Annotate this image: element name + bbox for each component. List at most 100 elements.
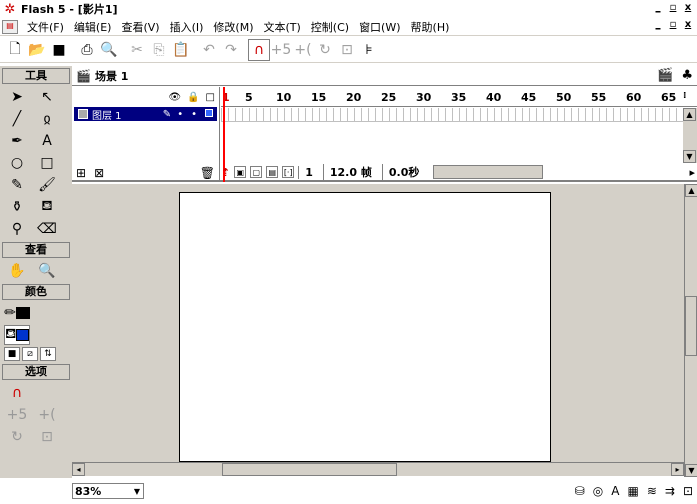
movie-explorer-icon[interactable]: ◎ [593, 484, 603, 498]
stroke-color-swatch[interactable] [15, 307, 30, 319]
rotate-icon[interactable]: ↻ [314, 39, 336, 61]
straighten-icon[interactable]: +( [292, 39, 314, 61]
frame-cells[interactable] [221, 108, 683, 122]
layer-outline-square[interactable] [205, 108, 213, 117]
frame-ruler[interactable]: 1 5 10 15 20 25 30 35 40 45 50 55 60 65 … [221, 87, 697, 107]
close-button[interactable]: x [681, 3, 695, 15]
align-icon[interactable]: ⊧ [358, 39, 380, 61]
modify-markers-icon[interactable]: [·] [282, 166, 295, 178]
pen-tool-icon[interactable]: ✒ [4, 131, 30, 151]
menu-control[interactable]: 控制(C) [306, 19, 354, 35]
scroll-right-arrow-icon[interactable]: ▸ [689, 166, 695, 179]
zoom-select[interactable]: 83% ▼ [72, 483, 144, 499]
movie-icon[interactable]: ⊡ [683, 484, 693, 498]
show-hide-icon[interactable]: 👁 [168, 92, 181, 103]
subselect-tool-icon[interactable]: ↖ [34, 87, 60, 107]
eraser-tool-icon[interactable]: ⌫ [34, 219, 60, 239]
scroll-down-arrow-icon[interactable]: ▼ [683, 150, 696, 163]
fill-color-control[interactable]: ⛾ [4, 325, 30, 345]
instance-panel-icon[interactable]: ▦ [627, 484, 638, 498]
actions-icon[interactable]: ⇉ [665, 484, 675, 498]
stroke-color-control[interactable]: ✏ [4, 303, 30, 323]
mixer-icon[interactable]: ≋ [647, 484, 657, 498]
arrow-tool-icon[interactable]: ➤ [4, 87, 30, 107]
onion-skin-icon[interactable]: ▣ [234, 166, 247, 178]
scroll-down-arrow-icon[interactable]: ▼ [685, 464, 697, 477]
add-guide-layer-icon[interactable]: ⊠ [94, 166, 104, 180]
default-colors-icon[interactable]: ■ [4, 347, 20, 361]
timeline-options-icon[interactable]: ⁞ [683, 91, 686, 101]
paint-bucket-tool-icon[interactable]: ⛾ [34, 197, 60, 217]
zoom-tool-icon[interactable]: 🔍 [34, 261, 60, 281]
scale-option-icon[interactable]: ⊡ [34, 427, 60, 447]
layer-lock-dot[interactable]: • [191, 109, 197, 120]
oval-tool-icon[interactable]: ○ [4, 153, 30, 173]
pencil-tool-icon[interactable]: ✎ [4, 175, 30, 195]
edit-scene-icon[interactable]: 🎬 [657, 68, 673, 83]
menu-help[interactable]: 帮助(H) [406, 19, 455, 35]
scroll-up-arrow-icon[interactable]: ▲ [683, 108, 696, 121]
menu-edit[interactable]: 编辑(E) [69, 19, 117, 35]
delete-layer-icon[interactable]: 🗑 [200, 166, 215, 180]
chevron-down-icon[interactable]: ▼ [131, 487, 143, 496]
timeline-vertical-scrollbar[interactable]: ▲ ▼ [683, 108, 697, 163]
lock-icon[interactable]: 🔒 [187, 92, 199, 103]
layer-row[interactable]: 图层 1 ✎ • • [74, 107, 217, 122]
snap-magnet-icon[interactable]: ∩ [248, 38, 270, 61]
horizontal-scroll-thumb[interactable] [222, 463, 397, 476]
document-icon[interactable]: ▤ [2, 19, 18, 34]
rotate-option-icon[interactable]: ↻ [4, 427, 30, 447]
menu-window[interactable]: 窗口(W) [354, 19, 405, 35]
print-icon[interactable]: ⎙ [76, 39, 98, 61]
add-layer-icon[interactable]: ⊞ [76, 166, 86, 180]
menu-text[interactable]: 文本(T) [258, 19, 305, 35]
redo-icon[interactable]: ↷ [220, 39, 242, 61]
paste-icon[interactable]: 📋 [170, 39, 192, 61]
save-icon[interactable]: ■ [48, 39, 70, 61]
timeline-horizontal-scrollbar[interactable] [433, 165, 544, 179]
character-panel-icon[interactable]: A [611, 484, 619, 498]
outline-icon[interactable]: □ [206, 92, 215, 103]
undo-icon[interactable]: ↶ [198, 39, 220, 61]
straighten-option-icon[interactable]: +( [34, 405, 60, 425]
minimize-button[interactable]: _ [651, 3, 665, 15]
doc-minimize-button[interactable]: _ [651, 20, 665, 32]
print-preview-icon[interactable]: 🔍 [98, 39, 120, 61]
snap-option-icon[interactable]: ∩ [4, 383, 30, 403]
doc-close-button[interactable]: x [681, 20, 695, 32]
brush-tool-icon[interactable]: 🖌 [34, 175, 60, 195]
text-tool-icon[interactable]: A [34, 131, 60, 151]
stage-horizontal-scrollbar[interactable]: ◂ ▸ [72, 462, 684, 476]
vertical-scroll-thumb[interactable] [685, 296, 697, 356]
ink-bottle-tool-icon[interactable]: ⚱ [4, 197, 30, 217]
menu-file[interactable]: 文件(F) [22, 19, 69, 35]
copy-icon[interactable]: ⎘ [148, 39, 170, 61]
stage-canvas[interactable] [179, 192, 551, 462]
menu-modify[interactable]: 修改(M) [208, 19, 258, 35]
menu-view[interactable]: 查看(V) [116, 19, 164, 35]
onion-outline-icon[interactable]: ▢ [250, 166, 263, 178]
menu-insert[interactable]: 插入(I) [165, 19, 209, 35]
stage-vertical-scrollbar[interactable]: ▲ ▼ [684, 184, 697, 477]
scroll-up-arrow-icon[interactable]: ▲ [685, 184, 697, 197]
smooth-icon[interactable]: +5 [270, 39, 292, 61]
dropper-tool-icon[interactable]: ⚲ [4, 219, 30, 239]
scale-icon[interactable]: ⊡ [336, 39, 358, 61]
cut-icon[interactable]: ✂ [126, 39, 148, 61]
fill-color-swatch[interactable] [16, 329, 29, 341]
smooth-option-icon[interactable]: +5 [4, 405, 30, 425]
hand-tool-icon[interactable]: ✋ [4, 261, 30, 281]
doc-restore-button[interactable]: ▫ [666, 20, 680, 32]
center-frame-icon[interactable]: ⇡ [221, 166, 230, 179]
swap-colors-icon[interactable]: ⇅ [40, 347, 56, 361]
scroll-left-arrow-icon[interactable]: ◂ [72, 463, 85, 476]
layer-visible-dot[interactable]: • [177, 109, 183, 120]
restore-button[interactable]: ▫ [666, 3, 680, 15]
new-icon[interactable]: 🗋 [4, 39, 26, 61]
lasso-tool-icon[interactable]: ჲ [34, 109, 60, 129]
edit-symbols-icon[interactable]: ♣ [681, 68, 693, 83]
scroll-right-arrow-icon[interactable]: ▸ [671, 463, 684, 476]
rectangle-tool-icon[interactable]: □ [34, 153, 60, 173]
edit-multiple-icon[interactable]: ▤ [266, 166, 279, 178]
open-icon[interactable]: 📂 [26, 39, 48, 61]
